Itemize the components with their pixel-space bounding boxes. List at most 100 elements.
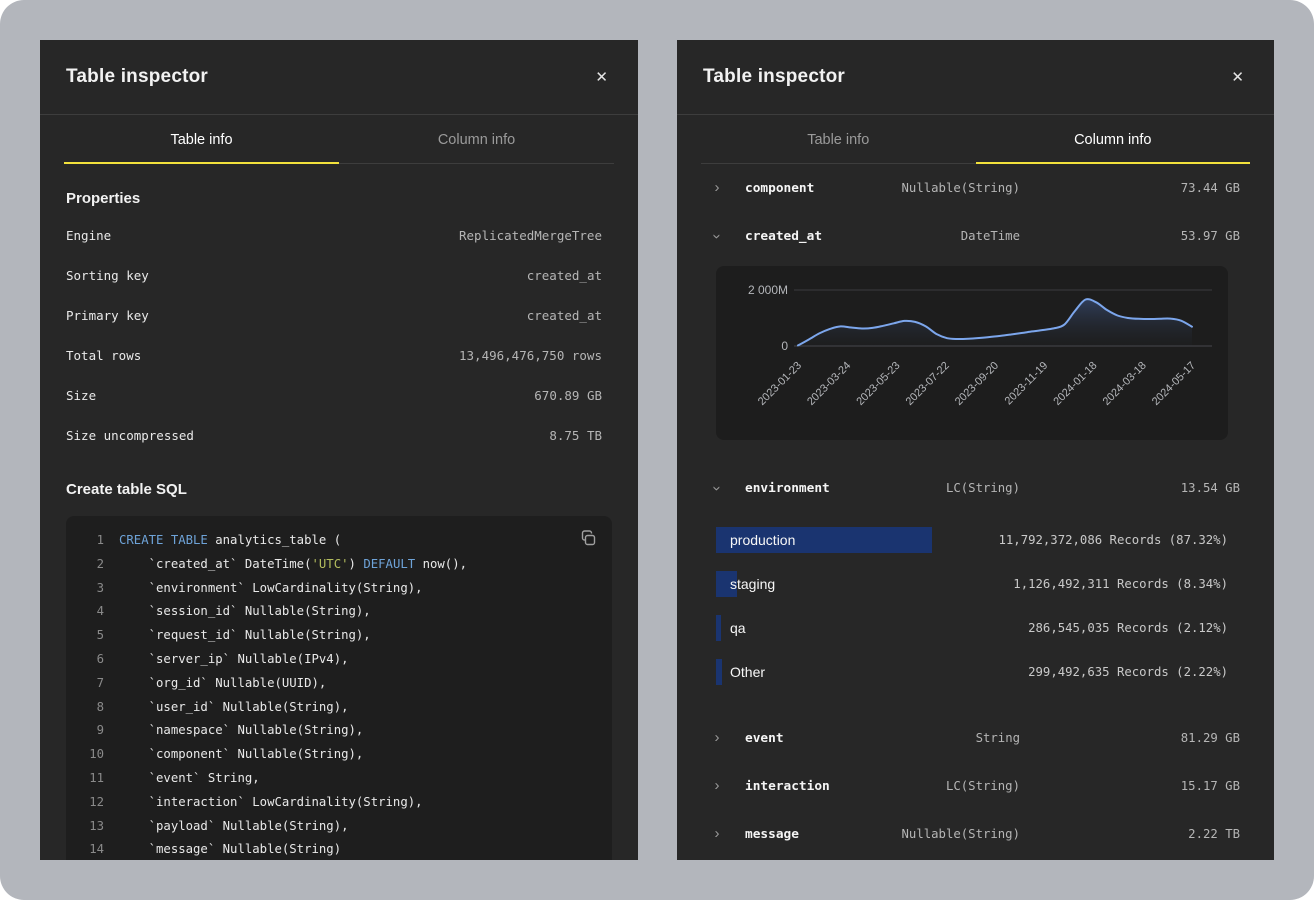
sql-line-number: 11	[82, 767, 104, 791]
breakdown-bar-track: qa	[716, 615, 1028, 641]
panel-header: Table inspector ✕	[677, 40, 1274, 115]
created-at-distribution-chart: 2 000M02023-01-232023-03-242023-05-23202…	[716, 266, 1228, 440]
sql-line: 5 `request_id` Nullable(String),	[82, 624, 596, 648]
property-value: 13,496,476,750 rows	[459, 348, 602, 363]
breakdown-records: 299,492,635 Records (2.22%)	[1028, 665, 1228, 679]
tab-column-info[interactable]: Column info	[339, 115, 614, 164]
column-row-event[interactable]: ›eventString81.29 GB	[677, 714, 1274, 762]
chevron-right-icon[interactable]: ›	[709, 826, 725, 841]
tab-bar: Table infoColumn info	[64, 115, 614, 164]
breakdown-label: Other	[730, 664, 765, 680]
x-tick-label: 2023-07-22	[904, 360, 952, 408]
x-tick-label: 2023-05-23	[854, 360, 902, 408]
sql-segment: `environment` LowCardinality(String),	[119, 577, 423, 601]
page-title: Table inspector	[703, 66, 845, 88]
sql-segment: `component` Nullable(String),	[119, 743, 363, 767]
chart-area-fill	[798, 299, 1192, 346]
column-name: environment	[745, 481, 830, 496]
column-size: 81.29 GB	[1020, 731, 1240, 745]
breakdown-row-production: production 11,792,372,086 Records (87.32%…	[716, 518, 1228, 562]
breakdown-bar-track: production	[716, 527, 998, 553]
breakdown-records: 11,792,372,086 Records (87.32%)	[998, 533, 1228, 547]
column-name: interaction	[745, 779, 830, 794]
sql-line: 2 `created_at` DateTime('UTC') DEFAULT n…	[82, 553, 596, 577]
sql-line-number: 12	[82, 791, 104, 815]
sql-line: 13 `payload` Nullable(String),	[82, 815, 596, 839]
sql-line: 10 `component` Nullable(String),	[82, 743, 596, 767]
tab-table-info[interactable]: Table info	[701, 115, 976, 164]
sql-segment: `interaction` LowCardinality(String),	[119, 791, 423, 815]
sql-line: 11 `event` String,	[82, 767, 596, 791]
sql-line: 8 `user_id` Nullable(String),	[82, 696, 596, 720]
sql-line-number: 9	[82, 719, 104, 743]
property-row: EngineReplicatedMergeTree	[66, 215, 612, 255]
property-row: Total rows13,496,476,750 rows	[66, 335, 612, 375]
table-inspector-panel-left: Table inspector ✕ Table infoColumn info …	[40, 40, 638, 860]
column-name: message	[745, 827, 799, 842]
sql-segment: `org_id` Nullable(UUID),	[119, 672, 326, 696]
column-size: 15.17 GB	[1020, 779, 1240, 793]
chevron-down-icon[interactable]: ›	[710, 480, 725, 496]
sql-segment: `created_at` DateTime(	[119, 553, 312, 577]
screenshot-stage: Table inspector ✕ Table infoColumn info …	[0, 0, 1314, 900]
sql-line-number: 4	[82, 600, 104, 624]
column-row-interaction[interactable]: ›interactionLC(String)15.17 GB	[677, 762, 1274, 810]
sql-line: 7 `org_id` Nullable(UUID),	[82, 672, 596, 696]
breakdown-row-other: Other 299,492,635 Records (2.22%)	[716, 650, 1228, 694]
column-name: event	[745, 731, 784, 746]
property-value: 670.89 GB	[534, 388, 602, 403]
chevron-right-icon[interactable]: ›	[709, 778, 725, 793]
breakdown-label: production	[730, 532, 795, 548]
sql-line: 3 `environment` LowCardinality(String),	[82, 577, 596, 601]
property-row: Size670.89 GB	[66, 375, 612, 415]
panel-header: Table inspector ✕	[40, 40, 638, 115]
x-tick-label: 2023-11-19	[1003, 360, 1051, 408]
svg-text:0: 0	[781, 339, 788, 353]
table-info-content: Properties EngineReplicatedMergeTreeSort…	[40, 190, 638, 860]
sql-line-number: 14	[82, 838, 104, 860]
property-row: Sorting keycreated_at	[66, 255, 612, 295]
sql-segment: `server_ip` Nullable(IPv4),	[119, 648, 349, 672]
column-row-environment[interactable]: ›environmentLC(String)13.54 GB	[677, 464, 1274, 512]
column-size: 2.22 TB	[1020, 827, 1240, 841]
column-row-created_at[interactable]: ›created_atDateTime53.97 GB	[677, 212, 1274, 260]
breakdown-bar-track: Other	[716, 659, 1028, 685]
x-tick-label: 2024-05-17	[1150, 360, 1198, 408]
breakdown-bar-track: staging	[716, 571, 1013, 597]
property-label: Size uncompressed	[66, 428, 194, 443]
sql-segment: `session_id` Nullable(String),	[119, 600, 371, 624]
sql-line: 14 `message` Nullable(String)	[82, 838, 596, 860]
sql-line-number: 6	[82, 648, 104, 672]
sql-segment: `payload` Nullable(String),	[119, 815, 349, 839]
sql-line: 1CREATE TABLE analytics_table (	[82, 529, 596, 553]
property-row: Size uncompressed8.75 TB	[66, 415, 612, 455]
properties-list: EngineReplicatedMergeTreeSorting keycrea…	[66, 215, 612, 455]
column-size: 73.44 GB	[1020, 181, 1240, 195]
chevron-right-icon[interactable]: ›	[709, 180, 725, 195]
property-label: Primary key	[66, 308, 149, 323]
sql-segment: `message` Nullable(String)	[119, 838, 341, 860]
column-type: LC(String)	[946, 481, 1020, 495]
column-type: Nullable(String)	[902, 181, 1020, 195]
sql-line-number: 8	[82, 696, 104, 720]
area-chart-svg: 2 000M02023-01-232023-03-242023-05-23202…	[716, 266, 1228, 440]
table-inspector-panel-right: Table inspector ✕ Table infoColumn info …	[677, 40, 1274, 860]
column-row-component[interactable]: ›componentNullable(String)73.44 GB	[677, 164, 1274, 212]
close-icon[interactable]: ✕	[1225, 64, 1250, 91]
chevron-down-icon[interactable]: ›	[710, 228, 725, 244]
column-name: created_at	[745, 229, 822, 244]
column-row-message[interactable]: ›messageNullable(String)2.22 TB	[677, 810, 1274, 858]
tab-column-info[interactable]: Column info	[976, 115, 1251, 164]
tab-bar: Table infoColumn info	[701, 115, 1250, 164]
breakdown-records: 1,126,492,311 Records (8.34%)	[1013, 577, 1228, 591]
section-heading-create-sql: Create table SQL	[66, 481, 612, 498]
column-info-content: ›componentNullable(String)73.44 GB›creat…	[677, 164, 1274, 858]
property-value: created_at	[527, 268, 602, 283]
breakdown-bar	[716, 659, 722, 685]
copy-icon[interactable]	[578, 528, 599, 552]
sql-segment: now(),	[415, 553, 467, 577]
sql-line: 6 `server_ip` Nullable(IPv4),	[82, 648, 596, 672]
close-icon[interactable]: ✕	[589, 64, 614, 91]
tab-table-info[interactable]: Table info	[64, 115, 339, 164]
chevron-right-icon[interactable]: ›	[709, 730, 725, 745]
